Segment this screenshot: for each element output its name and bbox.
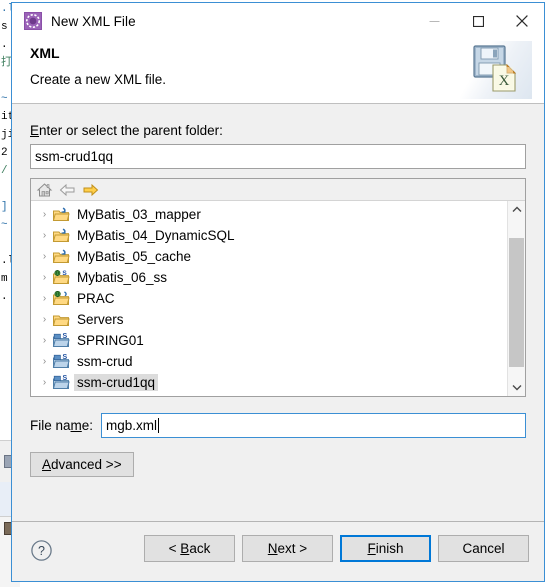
page-subtitle: Create a new XML file.	[30, 72, 167, 87]
folder-tree-panel: › MyBatis_03_mapper › MyBatis_04_DynamicSQL…	[30, 178, 526, 397]
chevron-right-icon[interactable]: ›	[37, 267, 52, 288]
dialog-footer: ? < Back Next > Finish Cancel	[12, 521, 544, 581]
parent-folder-label-mnemonic: E	[30, 123, 40, 138]
file-name-label-pre: File na	[30, 418, 71, 433]
web-project-folder-icon: S	[52, 270, 70, 286]
tree-item-label: Mybatis_06_ss	[77, 270, 168, 285]
java-project-folder-icon	[52, 207, 70, 223]
chevron-right-icon[interactable]: ›	[37, 351, 52, 372]
file-name-label-post: e:	[81, 418, 94, 433]
tree-item-mybatis-06-ss[interactable]: › S Mybatis_06_ss	[31, 267, 507, 288]
tree-scroll-wrapper: › MyBatis_03_mapper › MyBatis_04_DynamicSQL…	[31, 201, 525, 396]
spring-project-folder-icon: S	[52, 333, 70, 349]
finish-button[interactable]: Finish	[340, 535, 431, 562]
file-name-value: mgb.xml	[106, 418, 158, 433]
svg-text:?: ?	[38, 544, 45, 558]
dialog-titlebar[interactable]: New XML File	[12, 3, 544, 39]
file-name-label: File name:	[30, 418, 93, 433]
dialog-title: New XML File	[51, 13, 136, 29]
tree-item-ssm-crud1qq[interactable]: › Sssm-crud1qq	[31, 372, 507, 393]
xml-file-save-icon: X	[460, 41, 532, 99]
chevron-right-icon[interactable]: ›	[37, 246, 52, 267]
tree-item-mybatis-03-mapper[interactable]: › MyBatis_03_mapper	[31, 204, 507, 225]
java-project-folder-icon	[52, 249, 70, 265]
scrollbar-track[interactable]	[508, 218, 525, 379]
button-label-post: Cancel	[462, 541, 505, 556]
button-label-pre: <	[168, 541, 181, 556]
home-icon[interactable]	[36, 182, 53, 198]
tree-item-ssm-crud[interactable]: › Sssm-crud	[31, 351, 507, 372]
xml-wizard-icon	[24, 12, 42, 30]
chevron-right-icon[interactable]: ›	[37, 225, 52, 246]
dynamic-web-project-folder-icon	[52, 290, 70, 307]
parent-folder-label-post: nter or select the parent folder:	[39, 123, 223, 138]
chevron-right-icon[interactable]: ›	[37, 330, 52, 351]
chevron-right-icon[interactable]: ›	[37, 309, 52, 330]
button-label-mnemonic: B	[180, 541, 190, 556]
tree-item-mybatis-04-dynamicsql[interactable]: › MyBatis_04_DynamicSQL	[31, 225, 507, 246]
text-caret	[158, 418, 160, 433]
new-xml-file-dialog: New XML File XML Create a new XML file.	[11, 2, 545, 582]
file-name-input[interactable]: mgb.xml	[101, 413, 526, 438]
tree-item-label: PRAC	[77, 291, 115, 306]
spring-project-folder-icon: S	[52, 354, 70, 370]
forward-arrow-icon[interactable]	[82, 182, 99, 198]
button-label-mnemonic: F	[367, 541, 376, 556]
svg-text:S: S	[62, 333, 67, 340]
tree-item-spring01[interactable]: › S SPRING01	[31, 330, 507, 351]
tree-item-servers[interactable]: › Servers	[31, 309, 507, 330]
tree-toolbar	[31, 179, 525, 201]
svg-text:X: X	[499, 73, 510, 89]
advanced-wrapper: Advanced >>	[30, 452, 526, 477]
tree-item-label: ssm-crud	[77, 354, 133, 369]
tree-item-label: SPRING01	[77, 333, 144, 348]
button-label-post: inish	[375, 541, 404, 556]
tree-item-label: MyBatis_03_mapper	[77, 207, 201, 222]
wizard-header: XML Create a new XML file. X	[12, 39, 544, 104]
chevron-right-icon[interactable]: ›	[37, 288, 52, 309]
folder-tree-list[interactable]: › MyBatis_03_mapper › MyBatis_04_DynamicSQL…	[31, 201, 507, 396]
tree-item-label: MyBatis_05_cache	[77, 249, 192, 264]
dialog-body: Enter or select the parent folder: ssm-c…	[12, 104, 544, 521]
page-title: XML	[30, 45, 60, 61]
button-label-mnemonic: N	[267, 541, 278, 556]
svg-text:S: S	[62, 375, 67, 382]
tree-item-label: MyBatis_04_DynamicSQL	[77, 228, 235, 243]
help-icon[interactable]: ?	[30, 539, 53, 562]
window-controls	[412, 3, 544, 39]
chevron-right-icon[interactable]: ›	[37, 204, 52, 225]
parent-folder-label: Enter or select the parent folder:	[30, 123, 526, 138]
button-label-post: ext >	[277, 541, 308, 556]
plain-folder-icon	[52, 312, 70, 328]
next-button[interactable]: Next >	[242, 535, 333, 562]
advanced-label-mnemonic: A	[42, 457, 52, 472]
chevron-right-icon[interactable]: ›	[37, 372, 52, 393]
svg-text:S: S	[62, 354, 67, 361]
scrollbar-thumb[interactable]	[509, 238, 524, 367]
parent-folder-input[interactable]: ssm-crud1qq	[30, 144, 526, 169]
advanced-label-post: dvanced >>	[51, 457, 122, 472]
tree-item-mybatis-05-cache[interactable]: › MyBatis_05_cache	[31, 246, 507, 267]
minimize-icon[interactable]	[412, 3, 456, 39]
tree-item-label: ssm-crud1qq	[74, 374, 159, 391]
tree-vertical-scrollbar[interactable]	[507, 201, 525, 396]
back-arrow-icon[interactable]	[59, 182, 76, 198]
advanced-button[interactable]: Advanced >>	[30, 452, 134, 477]
svg-text:S: S	[62, 270, 67, 277]
tree-item-label: Servers	[77, 312, 124, 327]
tree-item-prac[interactable]: › PRAC	[31, 288, 507, 309]
file-name-label-mnemonic: m	[70, 418, 82, 433]
spring-project-folder-icon: S	[52, 375, 70, 391]
scroll-up-icon[interactable]	[508, 201, 525, 218]
maximize-icon[interactable]	[456, 3, 500, 39]
cancel-button[interactable]: Cancel	[438, 535, 529, 562]
close-icon[interactable]	[500, 3, 544, 39]
footer-button-group: < Back Next > Finish Cancel	[144, 535, 529, 562]
scroll-down-icon[interactable]	[508, 379, 525, 396]
back-button[interactable]: < Back	[144, 535, 235, 562]
button-label-post: ack	[189, 541, 211, 556]
file-name-row: File name: mgb.xml	[30, 413, 526, 438]
java-project-folder-icon	[52, 228, 70, 244]
